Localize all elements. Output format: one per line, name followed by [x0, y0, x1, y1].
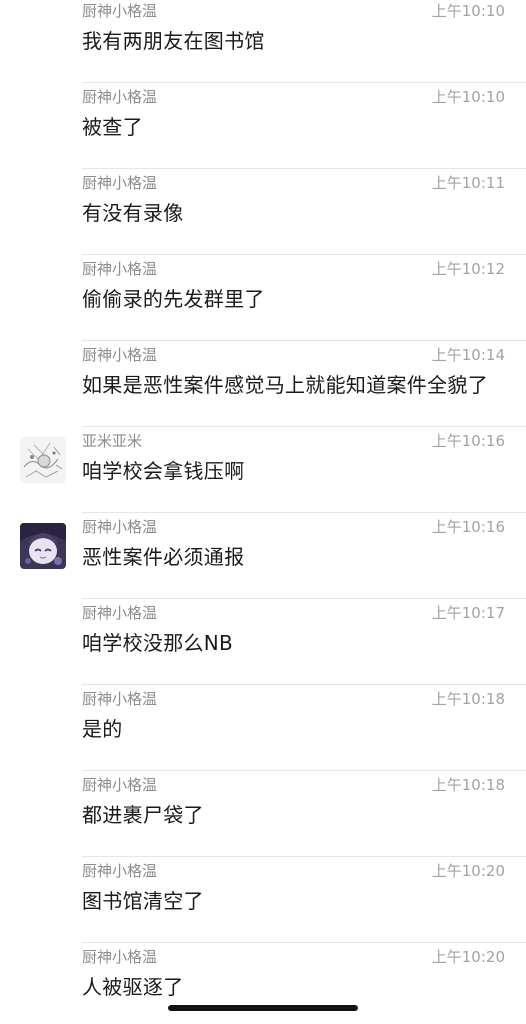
message-time: 上午10:10: [431, 88, 505, 106]
message-item[interactable]: 厨神小格温 上午10:14 如果是恶性案件感觉马上就能知道案件全貌了: [0, 341, 526, 427]
message-time: 上午10:12: [431, 260, 505, 278]
sketch-avatar-image: [20, 437, 66, 483]
message-text: 图书馆清空了: [82, 889, 204, 913]
message-text: 人被驱逐了: [82, 975, 184, 999]
message-item[interactable]: 厨神小格温 上午10:18 都进裹尸袋了: [0, 771, 526, 857]
message-item[interactable]: 厨神小格温 上午10:12 偷偷录的先发群里了: [0, 255, 526, 341]
message-sender: 厨神小格温: [82, 690, 158, 708]
message-text: 咱学校没那么NB: [82, 631, 234, 655]
message-text: 我有两朋友在图书馆: [82, 29, 265, 53]
message-time: 上午10:18: [431, 690, 505, 708]
message-sender: 厨神小格温: [82, 346, 158, 364]
message-text: 恶性案件必须通报: [82, 545, 245, 569]
message-item[interactable]: 厨神小格温 上午10:17 咱学校没那么NB: [0, 599, 526, 685]
message-sender: 厨神小格温: [82, 862, 158, 880]
message-time: 上午10:16: [431, 518, 505, 536]
message-text: 咱学校会拿钱压啊: [82, 459, 245, 483]
message-time: 上午10:14: [431, 346, 505, 364]
chat-message-list[interactable]: 厨神小格温 上午10:10 我有两朋友在图书馆 厨神小格温 上午10:10 被查…: [0, 0, 526, 1024]
message-time: 上午10:17: [431, 604, 505, 622]
message-sender: 厨神小格温: [82, 174, 158, 192]
message-text: 都进裹尸袋了: [82, 803, 204, 827]
message-time: 上午10:16: [431, 432, 505, 450]
message-sender: 厨神小格温: [82, 776, 158, 794]
user-avatar-anime[interactable]: [20, 523, 66, 569]
message-sender: 厨神小格温: [82, 260, 158, 278]
message-item[interactable]: 厨神小格温 上午10:10 被查了: [0, 83, 526, 169]
message-time: 上午10:10: [431, 2, 505, 20]
message-time: 上午10:18: [431, 776, 505, 794]
message-sender: 厨神小格温: [82, 518, 158, 536]
user-avatar-sketch[interactable]: [20, 437, 66, 483]
message-sender: 厨神小格温: [82, 604, 158, 622]
message-item[interactable]: 厨神小格温 上午10:10 我有两朋友在图书馆: [0, 0, 526, 83]
message-item[interactable]: 厨神小格温 上午10:16 恶性案件必须通报: [0, 513, 526, 599]
message-item[interactable]: 厨神小格温 上午10:18 是的: [0, 685, 526, 771]
message-item[interactable]: 厨神小格温 上午10:20 图书馆清空了: [0, 857, 526, 943]
home-indicator-bar[interactable]: [168, 1005, 358, 1011]
message-time: 上午10:11: [431, 174, 505, 192]
message-sender: 厨神小格温: [82, 2, 158, 20]
message-sender: 亚米亚米: [82, 432, 143, 450]
message-item[interactable]: 厨神小格温 上午10:20 人被驱逐了: [0, 943, 526, 1024]
message-time: 上午10:20: [431, 862, 505, 880]
message-sender: 厨神小格温: [82, 88, 158, 106]
message-text: 如果是恶性案件感觉马上就能知道案件全貌了: [82, 373, 488, 397]
message-text: 有没有录像: [82, 201, 184, 225]
anime-avatar-image: [20, 523, 66, 569]
message-text: 被查了: [82, 115, 143, 139]
message-time: 上午10:20: [431, 948, 505, 966]
message-text: 是的: [82, 717, 123, 741]
message-sender: 厨神小格温: [82, 948, 158, 966]
message-item[interactable]: 厨神小格温 上午10:11 有没有录像: [0, 169, 526, 255]
message-item[interactable]: 亚米亚米 上午10:16 咱学校会拿钱压啊: [0, 427, 526, 513]
message-text: 偷偷录的先发群里了: [82, 287, 265, 311]
